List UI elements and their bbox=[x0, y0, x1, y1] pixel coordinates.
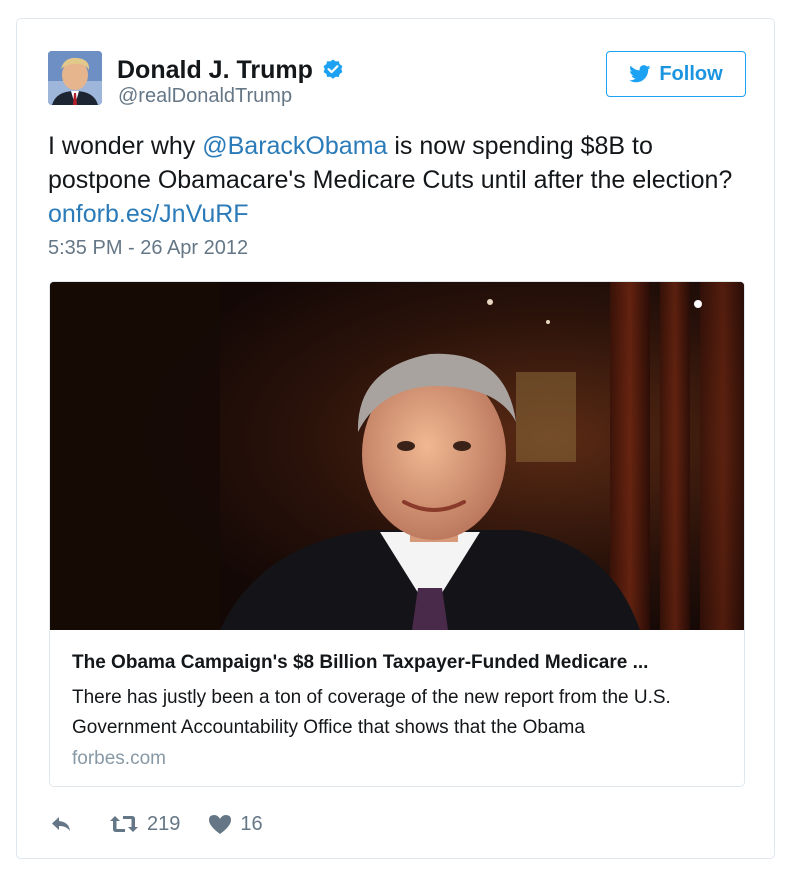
like-button[interactable]: 16 bbox=[208, 812, 263, 836]
tweet-text-before: I wonder why bbox=[48, 132, 203, 160]
card-photo-illustration bbox=[50, 282, 744, 630]
link-card[interactable]: The Obama Campaign's $8 Billion Taxpayer… bbox=[49, 281, 745, 787]
author-handle[interactable]: @realDonaldTrump bbox=[118, 85, 292, 108]
reply-button[interactable] bbox=[49, 814, 81, 834]
card-title[interactable]: The Obama Campaign's $8 Billion Taxpayer… bbox=[72, 652, 724, 674]
card-description: There has justly been a ton of coverage … bbox=[72, 687, 671, 738]
tweet-text: I wonder why @BarackObama is now spendin… bbox=[48, 129, 760, 231]
card-domain: forbes.com bbox=[72, 748, 166, 769]
avatar[interactable] bbox=[48, 51, 102, 105]
tweet-actions: 219 16 bbox=[49, 811, 291, 837]
reply-icon bbox=[52, 817, 70, 831]
tweet-embed: Donald J. Trump @realDonaldTrump Follow … bbox=[16, 18, 775, 859]
card-image bbox=[50, 282, 744, 630]
verified-badge-icon bbox=[323, 59, 343, 79]
retweet-count: 219 bbox=[147, 812, 181, 835]
retweet-icon bbox=[110, 816, 138, 832]
mention-link[interactable]: @BarackObama bbox=[202, 132, 387, 160]
author-name[interactable]: Donald J. Trump bbox=[117, 56, 313, 85]
like-count: 16 bbox=[240, 812, 263, 835]
follow-button[interactable]: Follow bbox=[606, 51, 746, 97]
follow-label: Follow bbox=[659, 62, 723, 85]
tweet-timestamp[interactable]: 5:35 PM - 26 Apr 2012 bbox=[48, 237, 248, 260]
heart-icon bbox=[209, 815, 232, 834]
retweet-button[interactable]: 219 bbox=[109, 813, 180, 836]
avatar-image bbox=[48, 51, 102, 105]
twitter-bird-icon bbox=[629, 65, 651, 83]
tweet-url-link[interactable]: onforb.es/JnVuRF bbox=[48, 200, 249, 228]
